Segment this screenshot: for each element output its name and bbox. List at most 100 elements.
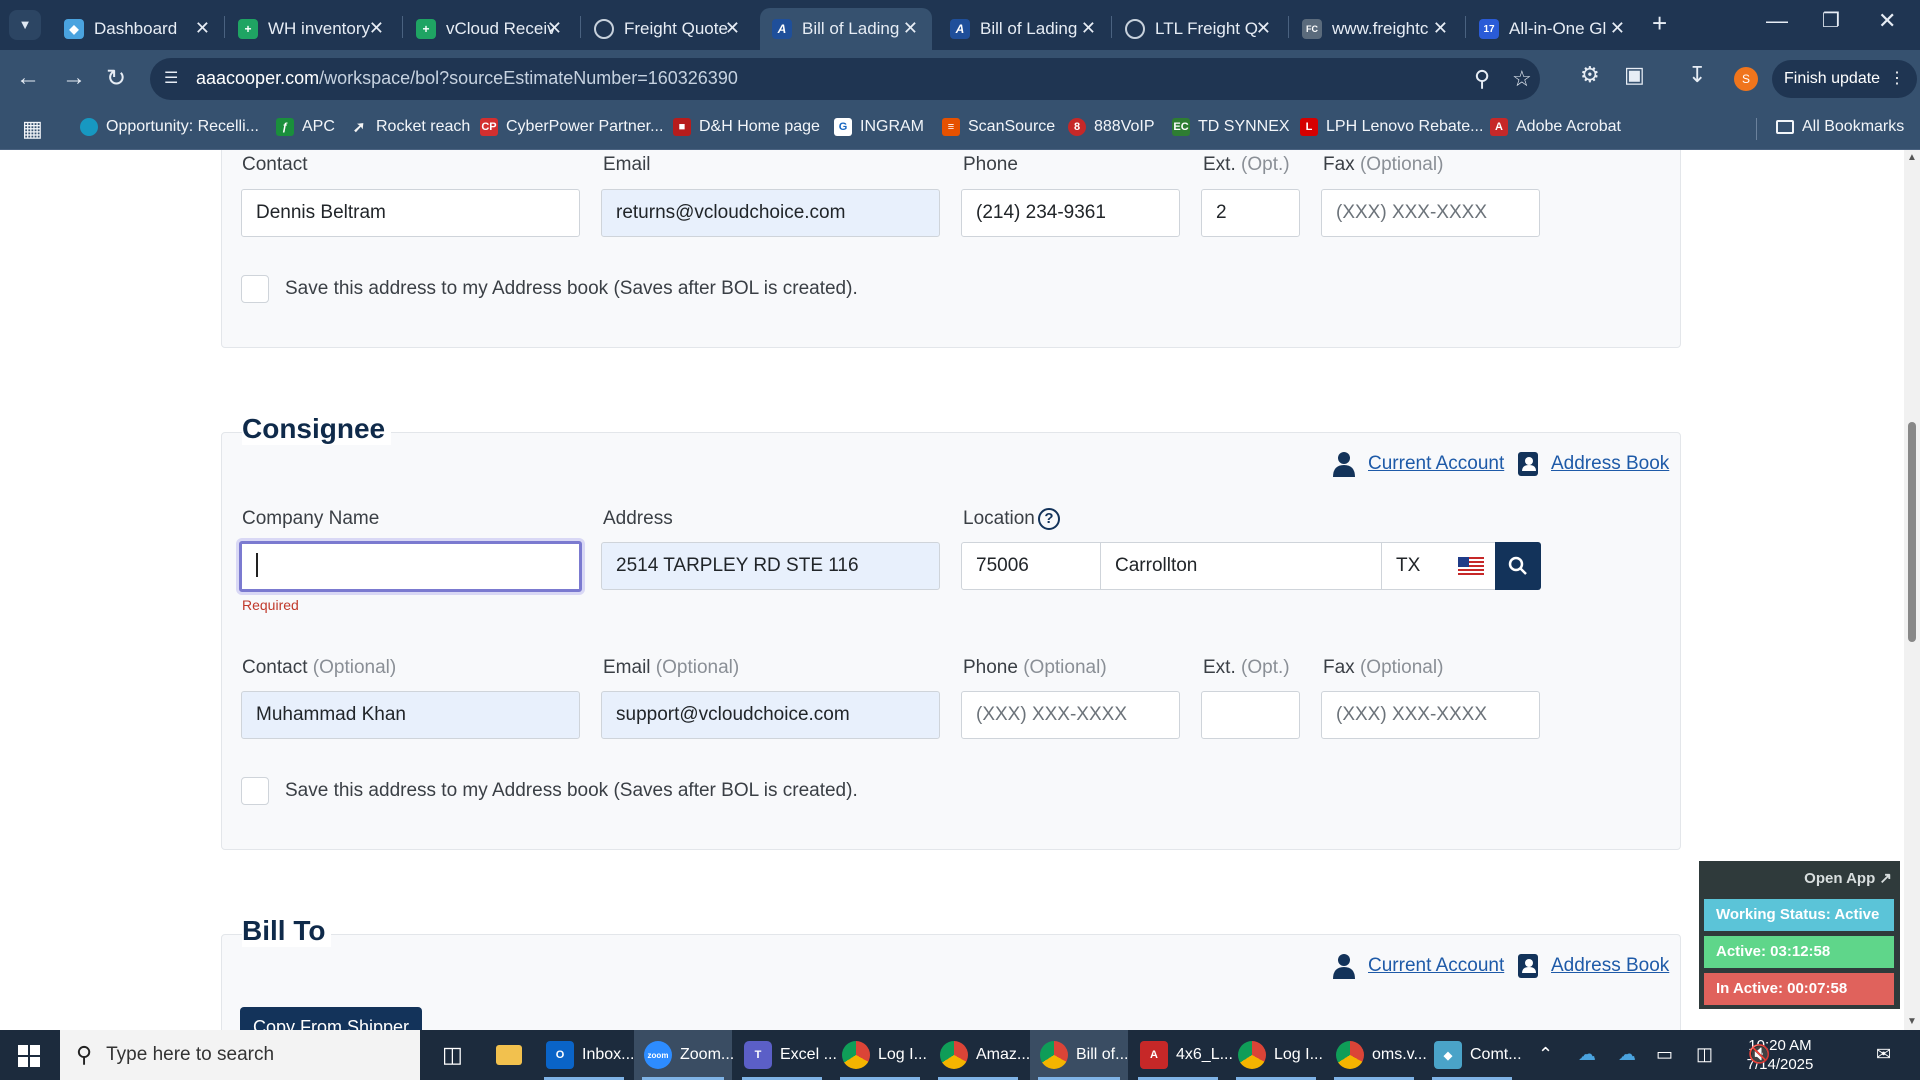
copy-from-shipper-button[interactable]: Copy From Shipper <box>240 1007 422 1030</box>
zoom-icon[interactable]: ⚲ <box>1474 66 1490 92</box>
url-text[interactable]: aaacooper.com/workspace/bol?sourceEstima… <box>196 68 738 89</box>
tab-freightcenter[interactable]: FC www.freightc ✕ <box>1290 8 1462 50</box>
taskbar-zoom[interactable]: zoom Zoom... <box>634 1030 734 1080</box>
city-field[interactable]: Carrollton <box>1100 542 1382 590</box>
bookmark-opportunity[interactable]: Opportunity: Recelli... <box>80 118 259 136</box>
task-view-icon[interactable]: ◫ <box>432 1030 463 1080</box>
bookmark-td-synnex[interactable]: EC TD SYNNEX <box>1172 118 1290 136</box>
bookmark-cyberpower[interactable]: CP CyberPower Partner... <box>480 118 663 136</box>
shipper-save-checkbox[interactable] <box>241 275 269 303</box>
page-scrollbar[interactable]: ▲ ▼ <box>1904 150 1920 1030</box>
shipper-fax-label: Fax (Optional) <box>1323 154 1443 176</box>
apps-grid-icon[interactable]: ▦ <box>22 116 43 142</box>
taskbar-chrome-log-in-1[interactable]: Log I... <box>832 1030 928 1080</box>
taskbar-search-box[interactable]: ⚲ Type here to search <box>60 1030 420 1080</box>
close-icon[interactable]: ✕ <box>195 18 210 39</box>
bookmark-ingram[interactable]: G INGRAM <box>834 118 924 136</box>
minimize-icon[interactable]: — <box>1766 8 1788 34</box>
extension-us-icon[interactable]: ⚙ <box>1580 62 1600 88</box>
bookmark-lenovo[interactable]: L LPH Lenovo Rebate... <box>1300 118 1483 136</box>
bookmark-apc[interactable]: ƒ APC <box>276 118 335 136</box>
battery-icon[interactable]: ▭ <box>1656 1044 1673 1065</box>
zip-field[interactable]: 75006 <box>961 542 1101 590</box>
tab-wh-inventory[interactable]: + WH inventory ✕ <box>226 8 398 50</box>
tab-dashboard[interactable]: ◆ Dashboard ✕ <box>52 8 224 50</box>
close-icon[interactable]: ✕ <box>1256 18 1271 39</box>
consignee-ext-field[interactable] <box>1201 691 1300 739</box>
tab-bill-of-lading-active[interactable]: A Bill of Lading ✕ <box>760 8 932 50</box>
address-field[interactable]: 2514 TARPLEY RD STE 116 <box>601 542 940 590</box>
taskbar-chrome-log-in-2[interactable]: Log I... <box>1228 1030 1324 1080</box>
taskbar-outlook[interactable]: O Inbox... <box>536 1030 634 1080</box>
person-icon <box>1333 452 1355 477</box>
shipper-fax-field[interactable]: (XXX) XXX-XXXX <box>1321 189 1540 237</box>
taskbar-chrome-amazon[interactable]: Amaz... <box>930 1030 1030 1080</box>
consignee-address-book-link[interactable]: Address Book <box>1551 453 1669 475</box>
tab-ltl-freight[interactable]: LTL Freight Q ✕ <box>1113 8 1285 50</box>
tab-bill-of-lading[interactable]: A Bill of Lading ✕ <box>938 8 1110 50</box>
taskbar-chrome-bill-of-lading[interactable]: Bill of... <box>1030 1030 1128 1080</box>
site-info-icon[interactable]: ☰ <box>164 68 184 88</box>
close-icon[interactable]: ✕ <box>903 18 918 39</box>
notification-icon[interactable]: ✉ <box>1876 1044 1891 1065</box>
back-icon[interactable]: ← <box>16 64 40 92</box>
bookmark-scansource[interactable]: ≡ ScanSource <box>942 118 1055 136</box>
taskbar-chrome-oms[interactable]: oms.v... <box>1326 1030 1427 1080</box>
windows-start-icon[interactable] <box>18 1045 40 1067</box>
star-icon[interactable]: ☆ <box>1512 66 1532 92</box>
location-search-button[interactable] <box>1495 542 1541 590</box>
open-app-button[interactable]: Open App ↗ <box>1804 869 1892 887</box>
tab-search-button[interactable]: ▼ <box>9 10 41 40</box>
shipper-contact-field[interactable]: Dennis Beltram <box>241 189 580 237</box>
consignee-contact-field[interactable]: Muhammad Khan <box>241 691 580 739</box>
bookmark-dh[interactable]: ■ D&H Home page <box>673 118 820 136</box>
file-explorer-icon[interactable] <box>486 1030 530 1080</box>
window-close-icon[interactable]: ✕ <box>1878 8 1896 34</box>
reload-icon[interactable]: ↻ <box>106 64 126 93</box>
taskbar-comtrade[interactable]: ◆ Comt... <box>1424 1030 1522 1080</box>
bookmark-adobe-acrobat[interactable]: A Adobe Acrobat <box>1490 118 1621 136</box>
close-icon[interactable]: ✕ <box>1433 18 1448 39</box>
close-icon[interactable]: ✕ <box>725 18 740 39</box>
consignee-email-field[interactable]: support@vcloudchoice.com <box>601 691 940 739</box>
forward-icon[interactable]: → <box>62 64 86 92</box>
network-icon[interactable]: ◫ <box>1696 1044 1713 1065</box>
consignee-current-account-link[interactable]: Current Account <box>1368 453 1504 475</box>
bookmark-rocket-reach[interactable]: ➚ Rocket reach <box>350 118 471 136</box>
profile-avatar[interactable]: S <box>1734 67 1758 91</box>
bookmark-888voip[interactable]: 8 888VoIP <box>1068 118 1155 136</box>
finish-update-button[interactable]: Finish update ⋮ <box>1772 60 1917 98</box>
consignee-save-checkbox[interactable] <box>241 777 269 805</box>
tab-all-in-one[interactable]: 17 All-in-One Gl ✕ <box>1467 8 1639 50</box>
onedrive-icon[interactable]: ☁ <box>1618 1044 1636 1065</box>
address-bar[interactable]: ☰ aaacooper.com/workspace/bol?sourceEsti… <box>150 58 1540 100</box>
chevron-up-icon[interactable]: ⌃ <box>1538 1044 1553 1065</box>
shipper-phone-field[interactable]: (214) 234-9361 <box>961 189 1180 237</box>
extensions-puzzle-icon[interactable]: ▣ <box>1624 62 1645 88</box>
tab-freight-quote[interactable]: Freight Quote ✕ <box>582 8 754 50</box>
close-icon[interactable]: ✕ <box>1610 18 1625 39</box>
scroll-up-icon[interactable]: ▲ <box>1907 152 1917 163</box>
consignee-phone-field[interactable]: (XXX) XXX-XXXX <box>961 691 1180 739</box>
close-icon[interactable]: ✕ <box>1081 18 1096 39</box>
shipper-ext-field[interactable]: 2 <box>1201 189 1300 237</box>
close-icon[interactable]: ✕ <box>547 18 562 39</box>
scroll-down-icon[interactable]: ▼ <box>1907 1016 1917 1027</box>
consignee-fax-field[interactable]: (XXX) XXX-XXXX <box>1321 691 1540 739</box>
tab-vcloud-receiving[interactable]: + vCloud Receiv ✕ <box>404 8 576 50</box>
taskbar-acrobat-label[interactable]: A 4x6_L... <box>1130 1030 1233 1080</box>
bill-to-address-book-link[interactable]: Address Book <box>1551 955 1669 977</box>
scroll-thumb[interactable] <box>1908 422 1916 642</box>
download-icon[interactable]: ↧ <box>1688 62 1706 88</box>
close-icon[interactable]: ✕ <box>369 18 384 39</box>
maximize-icon[interactable]: ❐ <box>1822 8 1840 33</box>
help-icon[interactable]: ? <box>1038 508 1060 530</box>
all-bookmarks[interactable]: All Bookmarks <box>1776 118 1904 136</box>
company-name-input[interactable] <box>239 541 582 592</box>
volume-mute-icon[interactable]: 🔇 <box>1748 1044 1770 1065</box>
shipper-email-field[interactable]: returns@vcloudchoice.com <box>601 189 940 237</box>
bill-to-current-account-link[interactable]: Current Account <box>1368 955 1504 977</box>
new-tab-icon[interactable]: + <box>1652 8 1667 39</box>
taskbar-teams[interactable]: T Excel ... <box>734 1030 837 1080</box>
onedrive-icon[interactable]: ☁ <box>1578 1044 1596 1065</box>
